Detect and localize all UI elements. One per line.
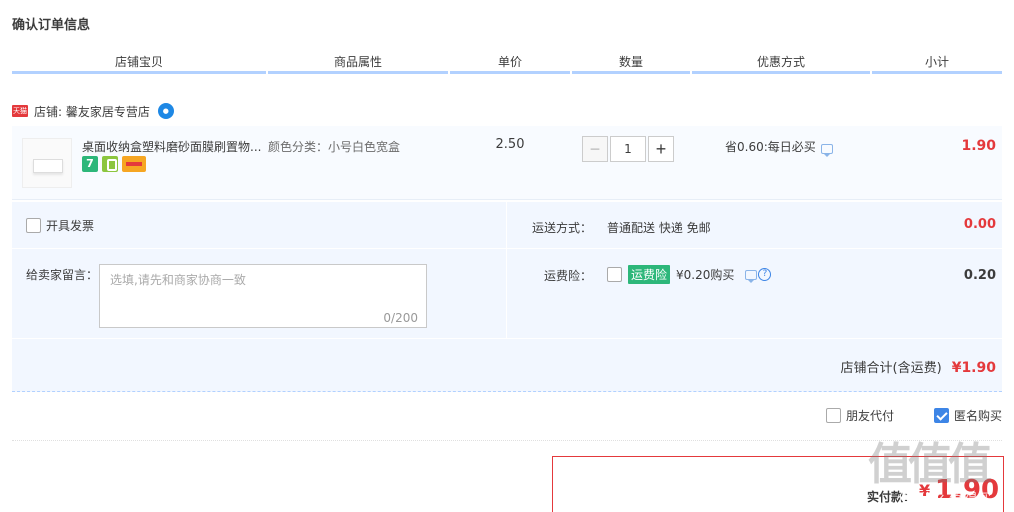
product-image	[33, 159, 63, 173]
payment-summary: 实付款： ¥ 1.90	[552, 456, 1004, 512]
header-shop-item: 店铺宝贝	[12, 52, 266, 74]
shop-name[interactable]: 店铺: 馨友家居专营店	[34, 103, 150, 120]
header-unit-price: 单价	[450, 52, 570, 74]
credit-card-icon	[122, 156, 146, 172]
message-label: 给卖家留言：	[26, 268, 99, 282]
item-subtotal: 1.90	[961, 138, 996, 154]
page-title: 确认订单信息	[12, 18, 91, 33]
product-thumbnail[interactable]	[22, 138, 72, 188]
message-char-count: 0/200	[383, 311, 418, 325]
order-table-header: 店铺宝贝 商品属性 单价 数量 优惠方式 小计	[12, 52, 1002, 74]
divider	[506, 202, 507, 338]
promotion-text: 省0.60:每日必买	[725, 140, 816, 154]
divider	[12, 248, 1002, 249]
shop-row: 天猫 店铺: 馨友家居专营店 ●	[12, 100, 174, 122]
guarantee-icon	[102, 156, 118, 172]
friend-pay-checkbox[interactable]	[825, 408, 841, 423]
anonymous-checkbox[interactable]	[933, 408, 949, 423]
help-icon[interactable]: ?	[758, 268, 772, 281]
quantity-input[interactable]	[610, 136, 646, 162]
insurance-badge: 运费险	[628, 265, 671, 284]
invoice-option[interactable]: 开具发票	[26, 217, 94, 234]
payment-currency: ¥	[919, 481, 931, 500]
comment-icon[interactable]	[745, 269, 758, 283]
seven-day-return-icon: 7	[82, 156, 98, 172]
product-attribute: 颜色分类：小号白色宽盒	[268, 140, 401, 154]
increase-quantity-button[interactable]: +	[648, 136, 674, 162]
message-box: 0/200	[99, 264, 427, 328]
payment-amount: 1.90	[935, 475, 1000, 505]
insurance-checkbox[interactable]	[607, 267, 622, 282]
header-attributes: 商品属性	[268, 52, 448, 74]
friend-pay-option[interactable]: 朋友代付	[825, 407, 894, 424]
shop-total-label: 店铺合计(含运费)	[840, 361, 942, 376]
product-title[interactable]: 桌面收纳盒塑料磨砂面膜刷置物...	[82, 138, 268, 155]
payment-label: 实付款：	[867, 490, 916, 504]
tmall-icon: 天猫	[12, 105, 28, 117]
anonymous-label: 匿名购买	[953, 409, 1002, 423]
insurance-fee: 0.20	[963, 268, 996, 283]
seller-message-input[interactable]	[100, 265, 426, 327]
insurance-help: ?	[740, 268, 772, 283]
promotion: 省0.60:每日必买	[725, 138, 833, 157]
comment-icon[interactable]	[820, 143, 833, 157]
header-quantity: 数量	[572, 52, 690, 74]
divider	[12, 338, 1002, 339]
divider	[12, 440, 1002, 441]
unit-price: 2.50	[495, 137, 525, 152]
insurance-option: 运费险 ¥0.20购买 ?	[607, 265, 772, 284]
invoice-checkbox[interactable]	[26, 218, 41, 233]
decrease-quantity-button[interactable]: −	[582, 136, 608, 162]
shipping-method-value: 普通配送 快递 免邮	[607, 221, 711, 235]
payment-options: 朋友代付 匿名购买	[825, 407, 1002, 424]
header-discount: 优惠方式	[692, 52, 870, 74]
service-badges: 7	[82, 156, 146, 172]
shop-total: 店铺合计(含运费) ¥1.90	[841, 357, 996, 376]
shipping-method-label: 运送方式：	[532, 221, 593, 235]
friend-pay-label: 朋友代付	[845, 409, 894, 423]
shipping-fee: 0.00	[963, 217, 996, 232]
order-item-row: 桌面收纳盒塑料磨砂面膜刷置物... 7 颜色分类：小号白色宽盒 2.50 − +…	[12, 126, 1002, 200]
header-subtotal: 小计	[872, 52, 1002, 74]
order-extras-panel: 开具发票 运送方式： 普通配送 快递 免邮 0.00 给卖家留言： 0/200 …	[12, 202, 1002, 392]
anonymous-purchase-option[interactable]: 匿名购买	[933, 407, 1002, 424]
shop-total-value: ¥1.90	[951, 360, 996, 376]
insurance-offer: ¥0.20购买	[676, 268, 735, 282]
invoice-label: 开具发票	[46, 219, 95, 233]
wangwang-chat-icon[interactable]: ●	[157, 103, 174, 119]
insurance-label: 运费险：	[544, 269, 593, 283]
quantity-stepper: − +	[582, 136, 674, 162]
